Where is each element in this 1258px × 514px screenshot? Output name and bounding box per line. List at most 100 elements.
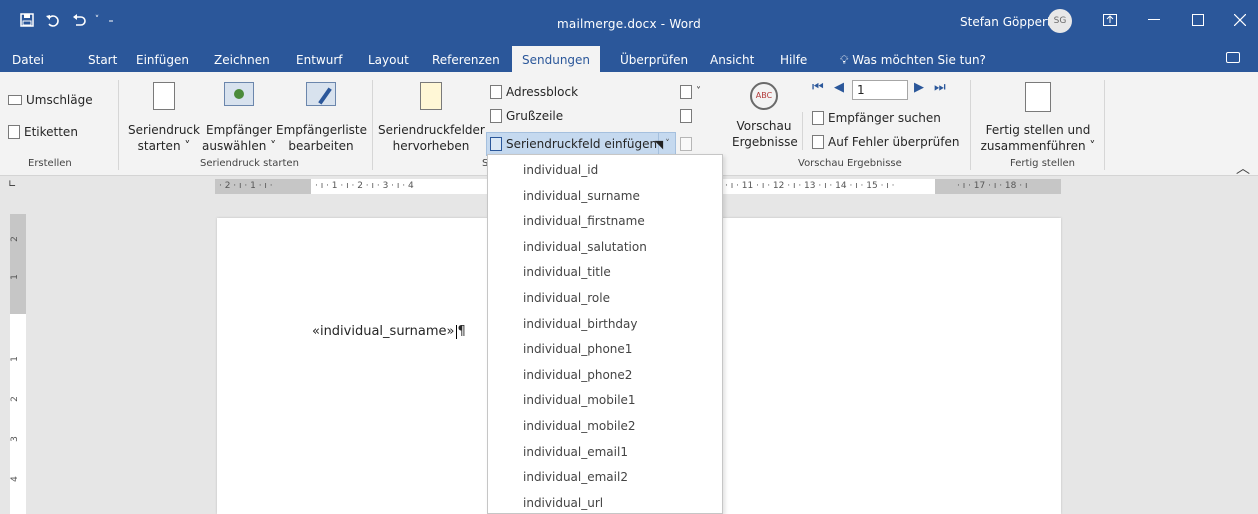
labels-icon <box>8 125 20 139</box>
menu-item-field[interactable]: individual_birthday <box>488 311 722 337</box>
menu-item-field[interactable]: individual_email1 <box>488 439 722 465</box>
vruler-label: 1 <box>9 356 20 362</box>
tab-start[interactable]: Start <box>88 40 117 72</box>
feld-einfuegen-label: Seriendruckfeld einfügen <box>506 137 658 151</box>
record-number-input[interactable]: 1 <box>852 80 908 100</box>
minimize-icon[interactable] <box>1136 0 1172 40</box>
tab-datei[interactable]: Datei <box>12 40 44 72</box>
user-name[interactable]: Stefan Göppert <box>960 0 1052 40</box>
collapse-ribbon-icon[interactable]: ︿ <box>1236 158 1250 178</box>
menu-item-field[interactable]: individual_phone2 <box>488 362 722 388</box>
fertig-stellen-button[interactable]: Fertig stellen und zusammenführen ˅ <box>978 82 1098 154</box>
first-record-icon[interactable]: ⏮︎ <box>812 80 824 95</box>
vertical-ruler[interactable]: 2 1 1 2 3 4 <box>10 214 26 514</box>
avatar[interactable]: SG <box>1048 9 1072 33</box>
vorschau-label-2: Ergebnisse <box>732 135 798 149</box>
umschlaege-label: Umschläge <box>26 93 93 107</box>
grusszeile-button[interactable]: Grußzeile <box>490 106 563 126</box>
empfaenger-suchen-label: Empfänger suchen <box>828 111 941 125</box>
merge-field-text[interactable]: «individual_surname» ¶ <box>312 324 466 339</box>
merge-field: «individual_surname» <box>312 324 455 339</box>
match-fields-button[interactable] <box>680 106 692 126</box>
previous-record-icon[interactable]: ◀︎ <box>834 80 844 95</box>
update-labels-button[interactable] <box>680 134 692 154</box>
menu-item-field[interactable]: individual_title <box>488 259 722 285</box>
fertig-label-1: Fertig stellen und <box>985 123 1091 137</box>
adressblock-label: Adressblock <box>506 85 579 99</box>
ruler-far-ticks: · ı · 17 · ı · 18 · ı <box>957 181 1028 191</box>
fehler-ueberpruefen-button[interactable]: Auf Fehler überprüfen <box>812 132 959 152</box>
menu-item-field[interactable]: individual_url <box>488 490 722 513</box>
paragraph-mark: ¶ <box>457 324 466 339</box>
group-separator <box>118 80 119 170</box>
vorschau-ergebnisse-button[interactable]: ABC Vorschau Ergebnisse <box>732 82 798 150</box>
last-record-icon[interactable]: ⏭︎ <box>934 80 946 95</box>
empfaenger-suchen-button[interactable]: Empfänger suchen <box>812 108 941 128</box>
recipients-icon <box>224 82 254 106</box>
ribbon-tabs: Datei Start Einfügen Zeichnen Entwurf La… <box>0 40 1258 72</box>
close-icon[interactable] <box>1222 0 1258 40</box>
hervorheben-label-1: Seriendruckfelder <box>378 123 485 137</box>
rules-icon <box>680 85 692 99</box>
text-cursor <box>455 324 457 339</box>
group-label-fertig: Fertig stellen <box>1010 158 1076 169</box>
fehler-label: Auf Fehler überprüfen <box>828 135 960 149</box>
vruler-label: 3 <box>9 436 20 442</box>
etiketten-label: Etiketten <box>24 125 78 139</box>
title-bar: ˅ ₌ mailmerge.docx - Word Stefan Göppert… <box>0 0 1258 40</box>
menu-item-field[interactable]: individual_email2 <box>488 464 722 490</box>
tab-referenzen[interactable]: Referenzen <box>432 40 500 72</box>
insert-field-dropdown: individual_id individual_surname individ… <box>487 154 723 514</box>
umschlaege-button[interactable]: Umschläge <box>8 90 93 110</box>
group-label-erstellen: Erstellen <box>28 158 72 169</box>
menu-item-field[interactable]: individual_salutation <box>488 234 722 260</box>
adressblock-button[interactable]: Adressblock <box>490 82 578 102</box>
find-recipient-icon <box>812 111 824 125</box>
tell-me-search[interactable]: 💡︎ Was möchten Sie tun? <box>840 40 986 72</box>
tab-zeichnen[interactable]: Zeichnen <box>214 40 270 72</box>
vruler-label: 2 <box>9 396 20 402</box>
tab-sendungen[interactable]: Sendungen <box>512 46 601 72</box>
group-label-seriendruck-starten: Seriendruck starten <box>200 158 299 169</box>
tab-ueberpruefen[interactable]: Überprüfen <box>620 40 688 72</box>
group-separator <box>970 80 971 170</box>
vruler-label: 1 <box>9 274 20 280</box>
tab-einfuegen[interactable]: Einfügen <box>136 40 189 72</box>
menu-item-field[interactable]: individual_firstname <box>488 208 722 234</box>
seriendruck-starten-button[interactable]: Seriendruck starten ˅ <box>126 82 202 154</box>
address-block-icon <box>490 85 502 99</box>
menu-item-field[interactable]: individual_phone1 <box>488 336 722 362</box>
menu-item-field[interactable]: individual_mobile2 <box>488 413 722 439</box>
menu-item-field[interactable]: individual_id <box>488 157 722 183</box>
tab-selector-icon[interactable]: ∟ <box>8 179 22 193</box>
vorschau-label-1: Vorschau <box>736 119 792 133</box>
maximize-icon[interactable] <box>1180 0 1216 40</box>
tab-layout[interactable]: Layout <box>368 40 409 72</box>
empfaengerliste-bearbeiten-button[interactable]: Empfängerliste bearbeiten <box>276 82 367 154</box>
seriendruckfeld-einfuegen-content[interactable]: Seriendruckfeld einfügen <box>490 134 657 154</box>
rules-button[interactable]: ˅ <box>680 82 701 102</box>
tab-entwurf[interactable]: Entwurf <box>296 40 342 72</box>
menu-item-field[interactable]: individual_surname <box>488 183 722 209</box>
vertical-ruler-margin <box>10 214 26 314</box>
empfaenger-label-1: Empfänger <box>205 123 272 137</box>
preview-results-icon: ABC <box>750 82 778 110</box>
next-record-icon[interactable]: ▶︎ <box>914 80 924 95</box>
empfaenger-auswaehlen-button[interactable]: Empfänger auswählen ˅ <box>202 82 276 154</box>
envelope-icon <box>8 95 22 105</box>
seriendruckfelder-hervorheben-button[interactable]: Seriendruckfelder hervorheben <box>378 82 485 154</box>
ribbon-display-icon[interactable] <box>1092 0 1128 40</box>
etiketten-button[interactable]: Etiketten <box>8 122 78 142</box>
group-separator <box>372 80 373 170</box>
group-label-vorschau: Vorschau Ergebnisse <box>798 158 902 169</box>
tab-ansicht[interactable]: Ansicht <box>710 40 754 72</box>
comments-icon[interactable] <box>1226 52 1240 63</box>
tell-me-label: Was möchten Sie tun? <box>852 53 986 67</box>
tab-hilfe[interactable]: Hilfe <box>780 40 807 72</box>
hervorheben-label-2: hervorheben <box>392 139 470 153</box>
menu-item-field[interactable]: individual_mobile1 <box>488 387 722 413</box>
group-separator <box>802 112 803 150</box>
menu-item-field[interactable]: individual_role <box>488 285 722 311</box>
liste-label-2: bearbeiten <box>288 139 354 153</box>
seriendruck-label-1: Seriendruck <box>128 123 200 137</box>
